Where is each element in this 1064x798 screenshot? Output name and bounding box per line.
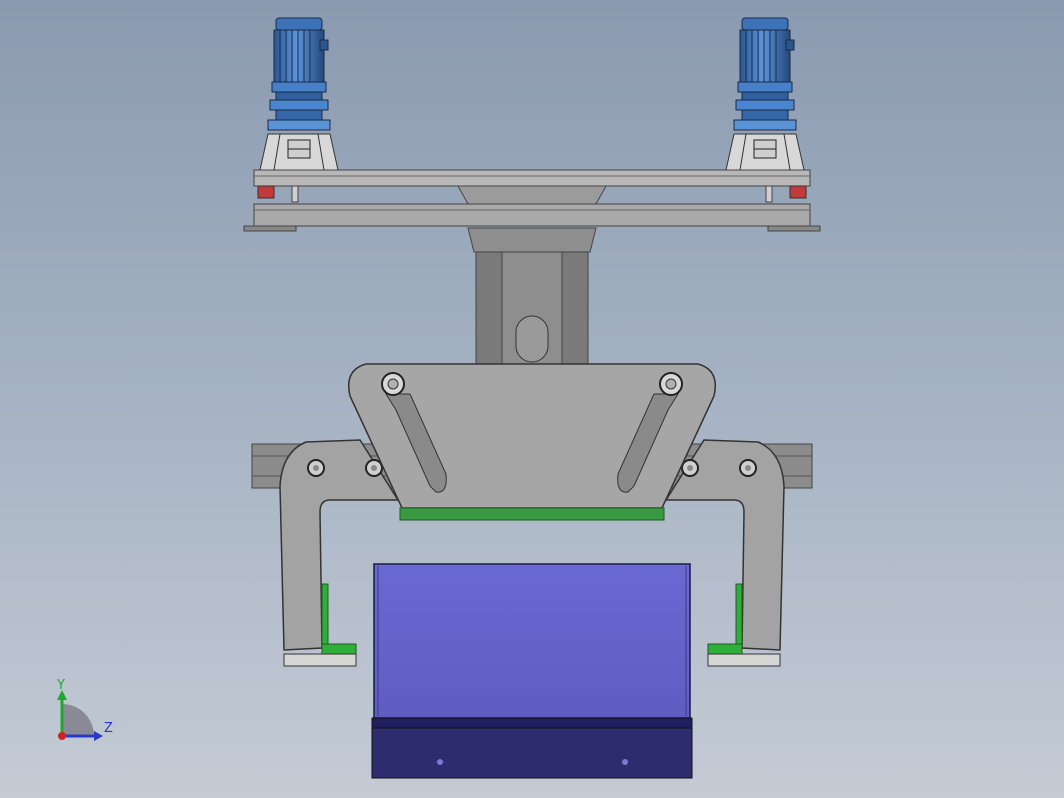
axis-triad xyxy=(57,690,103,741)
cad-viewport[interactable]: Y Z xyxy=(0,0,1064,798)
left-grip-pad xyxy=(321,643,357,655)
left-bearing xyxy=(257,185,275,199)
z-axis-label: Z xyxy=(104,721,113,736)
top-frame[interactable] xyxy=(243,169,821,232)
gripper-assembly-model xyxy=(57,17,821,779)
center-column[interactable] xyxy=(467,227,597,365)
left-motor[interactable] xyxy=(259,17,339,171)
workpiece-box[interactable] xyxy=(371,563,693,779)
right-motor[interactable] xyxy=(725,17,805,171)
slot-hole xyxy=(515,315,549,363)
right-grip-pad xyxy=(707,643,743,655)
right-bearing xyxy=(789,185,807,199)
y-axis-label: Y xyxy=(57,678,65,693)
link-plate[interactable] xyxy=(348,363,716,521)
